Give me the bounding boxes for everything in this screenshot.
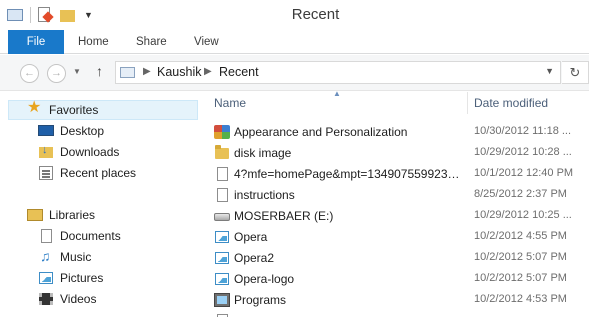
item-date: 10/29/2012 10:28 ... — [474, 146, 572, 158]
nav-label: Downloads — [60, 145, 120, 159]
document-icon — [214, 187, 230, 203]
item-name: Opera2 — [234, 251, 275, 265]
list-item[interactable]: Programs 10/2/2012 4:53 PM — [205, 290, 589, 311]
item-date: 10/2/2012 4:53 PM — [474, 293, 567, 305]
file-list: ▲ Name Date modified Appearance and Pers… — [205, 89, 589, 317]
breadcrumb-kaushik[interactable]: Kaushik — [157, 65, 201, 79]
nav-music[interactable]: ♫ Music — [38, 247, 91, 267]
nav-favorites[interactable]: ★ Favorites — [8, 100, 198, 120]
navigation-pane: ★ Favorites Desktop Downloads Recent pla… — [0, 92, 205, 317]
chevron-right-icon[interactable]: ▶ — [204, 66, 212, 77]
item-date: 10/2/2012 4:55 PM — [474, 230, 567, 242]
refresh-button[interactable]: ↻ — [562, 61, 589, 84]
ribbon-tabs: File Home Share View — [0, 30, 589, 54]
navigation-bar: ← → ▼ ↑ ▶ Kaushik ▶ Recent ▼ ↻ — [0, 55, 589, 91]
recent-locations-dropdown[interactable]: ▼ — [73, 67, 81, 76]
tab-file[interactable]: File — [8, 30, 64, 54]
nav-label: Videos — [60, 292, 97, 306]
document-icon — [214, 313, 230, 317]
title-bar: ▼ Recent — [0, 0, 589, 30]
list-item[interactable] — [205, 311, 589, 317]
forward-button[interactable]: → — [47, 64, 66, 83]
nav-downloads[interactable]: Downloads — [38, 142, 119, 162]
nav-videos[interactable]: Videos — [38, 289, 96, 309]
programs-icon — [214, 292, 230, 308]
document-icon — [214, 166, 230, 182]
nav-recent-places[interactable]: Recent places — [38, 163, 136, 183]
item-name: MOSERBAER (E:) — [234, 209, 334, 223]
recent-places-icon — [38, 165, 54, 181]
column-header-name[interactable]: Name — [214, 96, 246, 110]
list-item[interactable]: Opera-logo 10/2/2012 5:07 PM — [205, 269, 589, 290]
libraries-icon — [27, 207, 43, 223]
item-name: Opera-logo — [234, 272, 295, 286]
location-icon — [120, 66, 136, 79]
list-item[interactable]: Opera 10/2/2012 4:55 PM — [205, 227, 589, 248]
documents-icon — [38, 228, 54, 244]
window-title: Recent — [291, 6, 340, 23]
nav-documents[interactable]: Documents — [38, 226, 121, 246]
item-name: instructions — [234, 188, 295, 202]
list-item[interactable]: 4?mfe=homePage&mpt=1349075599234... 10/1… — [205, 164, 589, 185]
item-name: 4?mfe=homePage&mpt=1349075599234... — [234, 167, 462, 181]
image-icon — [214, 271, 230, 287]
chevron-right-icon[interactable]: ▶ — [143, 66, 151, 77]
nav-label: Documents — [60, 229, 121, 243]
list-item[interactable]: MOSERBAER (E:) 10/29/2012 10:25 ... — [205, 206, 589, 227]
item-date: 10/2/2012 5:07 PM — [474, 272, 567, 284]
nav-label: Libraries — [49, 208, 96, 222]
up-button[interactable]: ↑ — [96, 63, 103, 79]
nav-label: Music — [60, 250, 92, 264]
tab-share[interactable]: Share — [136, 30, 167, 54]
item-name: Opera — [234, 230, 268, 244]
item-date: 10/2/2012 5:07 PM — [474, 251, 567, 263]
nav-pictures[interactable]: Pictures — [38, 268, 103, 288]
tab-view[interactable]: View — [194, 30, 219, 54]
list-item[interactable]: Appearance and Personalization 10/30/201… — [205, 122, 589, 143]
list-item[interactable]: disk image 10/29/2012 10:28 ... — [205, 143, 589, 164]
item-name: Programs — [234, 293, 287, 307]
nav-desktop[interactable]: Desktop — [38, 121, 104, 141]
item-name: disk image — [234, 146, 292, 160]
address-dropdown[interactable]: ▼ — [545, 66, 554, 76]
back-button[interactable]: ← — [20, 64, 39, 83]
pictures-icon — [38, 270, 54, 286]
column-divider[interactable] — [467, 92, 468, 114]
list-item[interactable]: instructions 8/25/2012 2:37 PM — [205, 185, 589, 206]
sort-ascending-icon: ▲ — [333, 89, 341, 98]
breadcrumb-recent[interactable]: Recent — [219, 65, 259, 79]
desktop-icon — [38, 123, 54, 139]
drive-icon — [214, 208, 230, 224]
item-date: 8/25/2012 2:37 PM — [474, 188, 567, 200]
music-icon: ♫ — [40, 248, 51, 264]
item-date: 10/29/2012 10:25 ... — [474, 209, 572, 221]
nav-label: Desktop — [60, 124, 105, 138]
list-item[interactable]: Opera2 10/2/2012 5:07 PM — [205, 248, 589, 269]
videos-icon — [38, 291, 54, 307]
address-bar[interactable]: ▶ Kaushik ▶ Recent ▼ — [115, 61, 561, 84]
column-header-date[interactable]: Date modified — [474, 96, 548, 110]
folder-icon — [214, 145, 230, 161]
nav-libraries[interactable]: Libraries — [27, 205, 95, 225]
star-icon: ★ — [27, 99, 42, 116]
item-date: 10/1/2012 12:40 PM — [474, 167, 574, 179]
item-name: Appearance and Personalization — [234, 125, 408, 139]
control-panel-icon — [214, 124, 230, 140]
image-icon — [214, 229, 230, 245]
nav-label: Pictures — [60, 271, 104, 285]
nav-label: Favorites — [49, 103, 99, 117]
item-date: 10/30/2012 11:18 ... — [474, 125, 572, 137]
tab-home[interactable]: Home — [78, 30, 109, 54]
downloads-icon — [38, 144, 54, 160]
image-icon — [214, 250, 230, 266]
nav-label: Recent places — [60, 166, 137, 180]
